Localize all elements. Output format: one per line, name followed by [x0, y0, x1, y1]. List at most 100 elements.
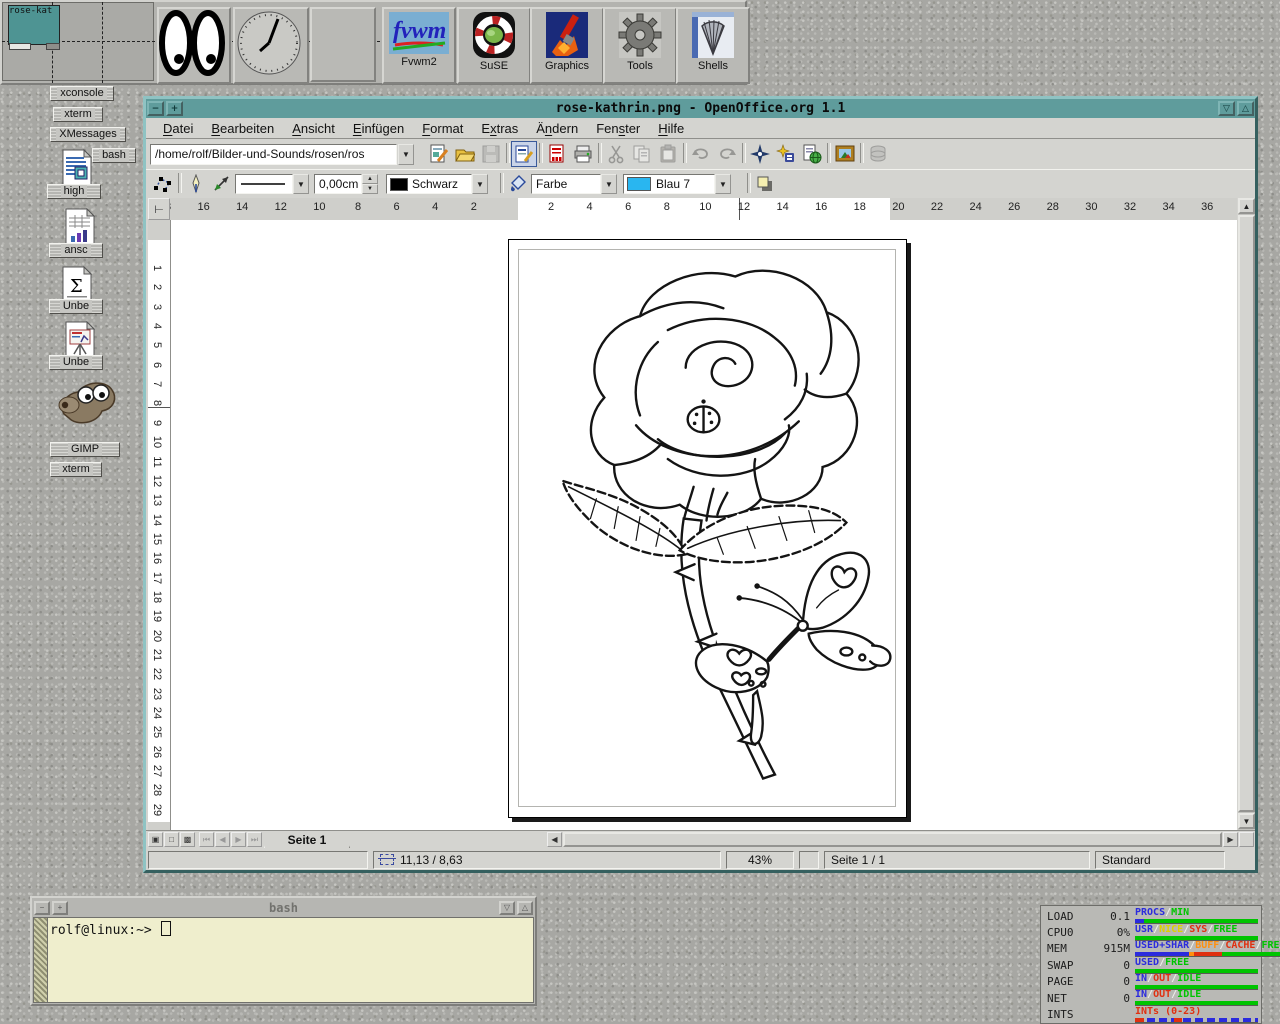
last-page-button[interactable]: ⏭ [247, 832, 262, 847]
terminal-maximize-button[interactable]: △ [517, 901, 533, 915]
taskbar-button-suse[interactable]: SuSE [457, 7, 531, 84]
desktop-icon-label-unbe[interactable]: Unbe [49, 299, 103, 314]
ruler-origin-button[interactable]: ⊢ [148, 198, 170, 220]
undo-button[interactable] [688, 141, 714, 167]
print-button[interactable] [570, 141, 596, 167]
layer-view-button-2[interactable]: □ [164, 832, 179, 847]
line-color-dropdown[interactable]: ▼ [472, 174, 488, 194]
hscroll-left-button[interactable]: ◀ [547, 832, 562, 847]
cut-button[interactable] [603, 141, 629, 167]
menu-ansicht[interactable]: Ansicht [283, 119, 344, 138]
desktop-icon-label-gimp[interactable]: GIMP [50, 442, 120, 457]
desktop-icon-label-unbe[interactable]: Unbe [49, 355, 103, 370]
horizontal-scrollbar-thumb[interactable] [563, 832, 1222, 847]
layer-view-button-1[interactable]: ▣ [148, 832, 163, 847]
desktop-icon-label-xmessages[interactable]: XMessages [50, 127, 126, 142]
shadow-button[interactable] [752, 171, 778, 197]
layer-view-button-3[interactable]: ▩ [180, 832, 195, 847]
taskbar-button-tools[interactable]: Tools [603, 7, 677, 84]
line-style-button[interactable] [183, 171, 209, 197]
line-width-spinner[interactable]: ▲ ▼ [362, 174, 378, 194]
page-tab[interactable]: Seite 1 [264, 831, 350, 848]
terminal-iconify-button[interactable]: ▽ [499, 901, 515, 915]
terminal-body[interactable]: rolf@linux:~> [33, 917, 534, 1003]
pager-mini-terminal[interactable] [9, 43, 31, 50]
window-titlebar[interactable]: − + rose-kathrin.png - OpenOffice.org 1.… [146, 99, 1255, 118]
taskbar-button-graphics[interactable]: Graphics [530, 7, 604, 84]
horizontal-ruler[interactable]: 1816141210864224681012141618202224262830… [170, 198, 1237, 221]
status-zoom-field[interactable]: 43% [726, 851, 794, 869]
first-page-button[interactable]: ⏮ [199, 832, 214, 847]
menu-bearbeiten[interactable]: Bearbeiten [202, 119, 283, 138]
window-sticky-button[interactable]: + [166, 101, 183, 116]
hyperlink-button[interactable] [799, 141, 825, 167]
desktop-icon-label-xterm[interactable]: xterm [53, 107, 103, 122]
fill-color-select[interactable]: Blau 7 [623, 174, 715, 194]
redo-button[interactable] [714, 141, 740, 167]
save-button[interactable] [478, 141, 504, 167]
scroll-down-button[interactable]: ▼ [1238, 813, 1255, 829]
taskbar-button-fvwm2[interactable]: fvwm Fvwm2 [382, 7, 456, 84]
status-mode-field[interactable] [799, 851, 819, 869]
menu-ndern[interactable]: Ändern [527, 119, 587, 138]
arrow-ends-button[interactable] [209, 171, 235, 197]
fill-type-dropdown[interactable]: ▼ [601, 174, 617, 194]
edit-file-button[interactable] [511, 141, 537, 167]
menu-einfgen[interactable]: Einfügen [344, 119, 413, 138]
fill-type-select[interactable]: Farbe [531, 174, 601, 194]
new-edit-button[interactable] [426, 141, 452, 167]
spin-up-button[interactable]: ▲ [362, 174, 378, 184]
vertical-ruler[interactable]: 1234567891011121314151617181920212223242… [148, 220, 171, 830]
taskbar-button-shells[interactable]: Shells [676, 7, 750, 84]
maximize-button[interactable]: △ [1237, 101, 1254, 116]
navigator-button[interactable] [747, 141, 773, 167]
menu-format[interactable]: Format [413, 119, 472, 138]
desktop-icon-label-xterm[interactable]: xterm [50, 462, 102, 477]
edit-points-button[interactable] [150, 171, 176, 197]
vertical-scrollbar[interactable]: ▲ ▼ [1238, 198, 1255, 830]
menu-datei[interactable]: Datei [154, 119, 202, 138]
prev-page-button[interactable]: ◀ [215, 832, 230, 847]
document-page[interactable] [508, 239, 907, 818]
copy-button[interactable] [629, 141, 655, 167]
paste-button[interactable] [655, 141, 681, 167]
fvwm-pager[interactable]: rose-kat [2, 2, 154, 81]
url-input[interactable]: /home/rolf/Bilder-und-Sounds/rosen/ros [150, 144, 397, 165]
pager-mini-window[interactable]: rose-kat [8, 5, 60, 45]
rose-drawing[interactable] [519, 250, 896, 807]
window-menu-button[interactable]: − [147, 101, 164, 116]
fill-color-dropdown[interactable]: ▼ [715, 174, 731, 194]
menu-hilfe[interactable]: Hilfe [649, 119, 693, 138]
desktop-icon-gimp[interactable] [56, 378, 120, 437]
iconify-button[interactable]: ▽ [1218, 101, 1235, 116]
next-page-button[interactable]: ▶ [231, 832, 246, 847]
line-style-dropdown[interactable]: ▼ [293, 174, 309, 194]
hscroll-right-button[interactable]: ▶ [1223, 832, 1238, 847]
open-button[interactable] [452, 141, 478, 167]
fill-style-button[interactable] [505, 171, 531, 197]
line-width-input[interactable]: 0,00cm [314, 174, 362, 194]
data-source-button[interactable] [865, 141, 891, 167]
desktop-icon-label-ansc[interactable]: ansc [49, 243, 103, 258]
scroll-up-button[interactable]: ▲ [1238, 198, 1255, 214]
terminal-scrollbar[interactable] [34, 918, 48, 1002]
autopilot-button[interactable] [773, 141, 799, 167]
url-dropdown-button[interactable]: ▼ [398, 144, 414, 165]
line-style-select[interactable] [235, 174, 293, 194]
vertical-scrollbar-thumb[interactable] [1238, 215, 1255, 812]
window-resize-corner[interactable] [1239, 832, 1254, 847]
drawing-canvas[interactable] [171, 220, 1237, 830]
desktop-icon-label-high[interactable]: high [47, 184, 101, 199]
terminal-menu-button[interactable]: − [34, 901, 50, 915]
desktop-icon-label-xconsole[interactable]: xconsole [50, 86, 114, 101]
menu-fenster[interactable]: Fenster [587, 119, 649, 138]
terminal-sticky-button[interactable]: + [52, 901, 68, 915]
line-color-select[interactable]: Schwarz [386, 174, 472, 194]
gallery-button[interactable] [832, 141, 858, 167]
pager-mini-window-2[interactable] [46, 43, 60, 50]
menu-extras[interactable]: Extras [472, 119, 527, 138]
spin-down-button[interactable]: ▼ [362, 184, 378, 194]
terminal-titlebar[interactable]: − + bash ▽ △ [33, 899, 534, 916]
desktop-icon-label-bash[interactable]: bash [92, 148, 136, 163]
export-pdf-button[interactable] [544, 141, 570, 167]
